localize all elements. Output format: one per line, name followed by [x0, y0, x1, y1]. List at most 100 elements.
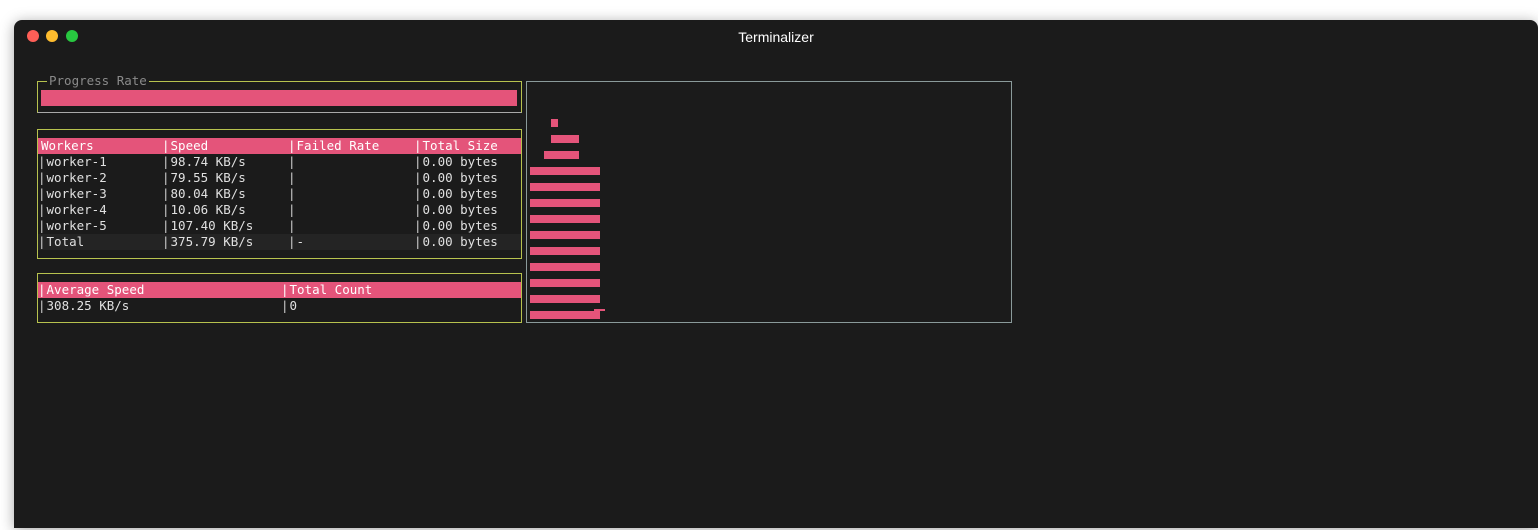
histogram-block — [551, 279, 558, 287]
histogram-block — [537, 311, 544, 319]
histogram-block — [530, 167, 537, 175]
histogram-bar — [551, 82, 558, 322]
histogram-block — [558, 135, 565, 143]
histogram-bar — [579, 82, 586, 322]
histogram-block — [551, 215, 558, 223]
total-count-value: 0 — [281, 298, 298, 314]
histogram-block — [572, 295, 579, 303]
progress-rate-bar — [41, 90, 517, 106]
histogram-block — [572, 183, 579, 191]
histogram-block — [558, 151, 565, 159]
histogram-block — [593, 311, 600, 319]
table-row: worker-4 10.06 KB/s 0.00 bytes — [38, 202, 521, 218]
histogram-block — [572, 263, 579, 271]
progress-rate-label: Progress Rate — [49, 73, 147, 88]
summary-table-header: Average Speed Total Count — [38, 282, 521, 298]
histogram-block — [593, 167, 600, 175]
header-average-speed: Average Speed — [38, 282, 145, 298]
histogram-block — [544, 247, 551, 255]
histogram-block — [593, 231, 600, 239]
histogram-block — [537, 183, 544, 191]
histogram-block — [579, 167, 586, 175]
histogram-block — [565, 135, 572, 143]
histogram-block — [579, 247, 586, 255]
worker-total-size: 0.00 bytes — [414, 170, 498, 186]
histogram-block — [558, 263, 565, 271]
speed-histogram-panel — [526, 81, 1012, 323]
histogram-block — [586, 263, 593, 271]
histogram-block — [537, 247, 544, 255]
histogram-block — [558, 167, 565, 175]
histogram-block — [544, 279, 551, 287]
worker-speed: 80.04 KB/s — [162, 186, 246, 202]
histogram-block — [530, 183, 537, 191]
histogram-bar — [593, 82, 600, 322]
worker-failed-rate — [288, 202, 297, 218]
histogram-bar — [544, 82, 551, 322]
histogram-block — [565, 183, 572, 191]
histogram-block — [537, 263, 544, 271]
histogram-bar — [530, 82, 537, 322]
histogram-block — [551, 119, 558, 127]
histogram-block — [593, 247, 600, 255]
histogram-block — [551, 311, 558, 319]
histogram-block — [530, 279, 537, 287]
histogram-block — [558, 183, 565, 191]
terminal-content: Progress Rate Workers Speed Failed Rate … — [14, 20, 1538, 528]
histogram-block — [565, 311, 572, 319]
worker-name: worker-1 — [38, 154, 107, 170]
histogram-block — [544, 311, 551, 319]
worker-failed-rate — [288, 218, 297, 234]
worker-failed-rate — [288, 186, 297, 202]
histogram-block — [537, 231, 544, 239]
histogram-bar — [537, 82, 544, 322]
histogram-block — [565, 167, 572, 175]
histogram-block — [537, 199, 544, 207]
histogram-block — [537, 215, 544, 223]
histogram-block — [530, 295, 537, 303]
histogram-block — [572, 199, 579, 207]
histogram-block — [544, 151, 551, 159]
histogram-block — [558, 215, 565, 223]
table-row: worker-3 80.04 KB/s 0.00 bytes — [38, 186, 521, 202]
histogram-block — [530, 199, 537, 207]
histogram-block — [544, 167, 551, 175]
histogram-block — [565, 279, 572, 287]
histogram-block — [565, 151, 572, 159]
histogram-block — [586, 295, 593, 303]
worker-speed: 98.74 KB/s — [162, 154, 246, 170]
histogram-block — [537, 167, 544, 175]
histogram-block — [530, 215, 537, 223]
header-speed: Speed — [162, 138, 209, 154]
total-failed-rate: - — [288, 234, 305, 250]
worker-total-size: 0.00 bytes — [414, 202, 498, 218]
histogram-block — [565, 247, 572, 255]
histogram-block — [593, 295, 600, 303]
histogram-block — [551, 135, 558, 143]
histogram-block — [586, 247, 593, 255]
histogram-block — [544, 295, 551, 303]
worker-speed: 107.40 KB/s — [162, 218, 254, 234]
worker-name: worker-2 — [38, 170, 107, 186]
worker-speed: 10.06 KB/s — [162, 202, 246, 218]
progress-rate-panel: Progress Rate — [37, 74, 522, 113]
histogram-block — [537, 279, 544, 287]
histogram-block — [579, 295, 586, 303]
histogram-block — [586, 279, 593, 287]
total-size: 0.00 bytes — [414, 234, 498, 250]
terminal-window: Terminalizer Progress Rate Workers Speed… — [14, 20, 1538, 528]
header-total-size: Total Size — [414, 138, 498, 154]
histogram-block — [593, 279, 600, 287]
table-row: worker-2 79.55 KB/s 0.00 bytes — [38, 170, 521, 186]
histogram-block — [565, 295, 572, 303]
table-row: worker-1 98.74 KB/s 0.00 bytes — [38, 154, 521, 170]
histogram-block — [544, 263, 551, 271]
total-row: Total 375.79 KB/s - 0.00 bytes — [38, 234, 521, 250]
total-speed: 375.79 KB/s — [162, 234, 254, 250]
worker-total-size: 0.00 bytes — [414, 154, 498, 170]
total-label: Total — [38, 234, 85, 250]
histogram-block — [544, 231, 551, 239]
histogram-block — [565, 231, 572, 239]
worker-name: worker-5 — [38, 218, 107, 234]
histogram-block — [572, 215, 579, 223]
